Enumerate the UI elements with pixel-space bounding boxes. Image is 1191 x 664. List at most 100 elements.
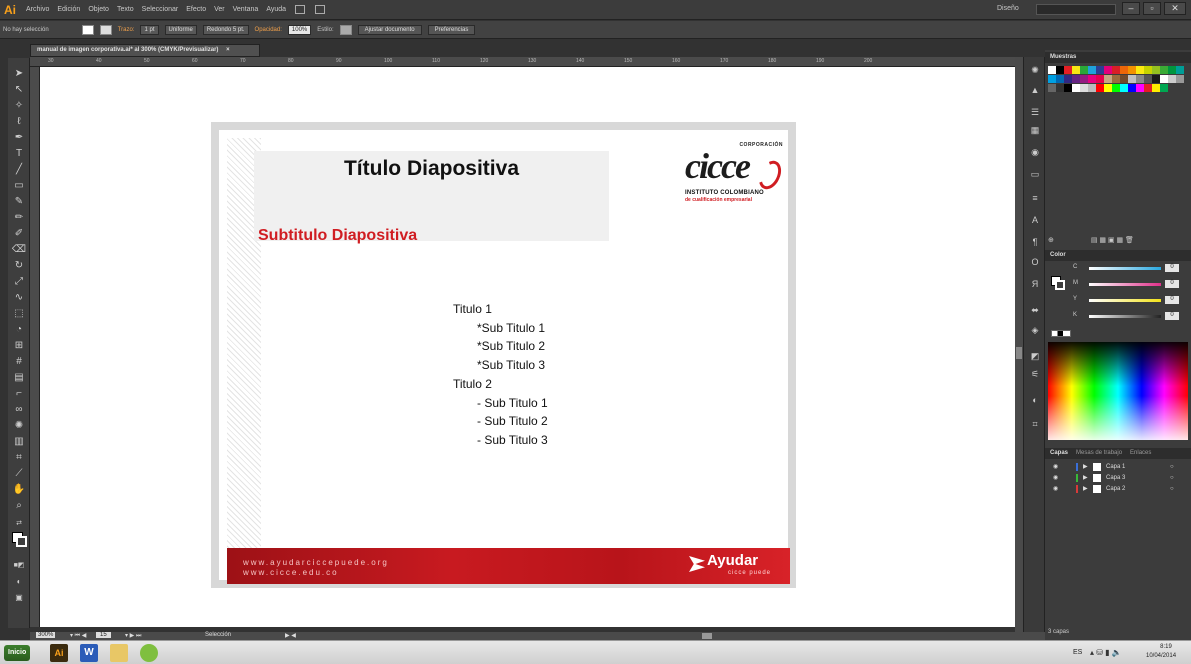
menu-ventana[interactable]: Ventana <box>233 6 259 13</box>
status-arrows[interactable]: ▶ ◀ <box>285 632 296 639</box>
color-mode-icon[interactable]: ■◩ <box>11 558 27 573</box>
blend-tool-icon[interactable]: ∞ <box>11 402 27 417</box>
tab-capas[interactable]: Capas <box>1050 448 1068 459</box>
swatch[interactable] <box>1128 66 1136 74</box>
swatch[interactable] <box>1072 84 1080 92</box>
artboard-tool-icon[interactable]: ⌗ <box>11 450 27 465</box>
layer-name[interactable]: Capa 3 <box>1106 473 1125 483</box>
mesh-tool-icon[interactable]: # <box>11 354 27 369</box>
arrange-documents-icon[interactable] <box>315 5 326 14</box>
cmyk-slider[interactable] <box>1089 283 1161 286</box>
swatch[interactable] <box>1144 84 1152 92</box>
target-icon[interactable]: ○ <box>1170 462 1174 472</box>
expand-icon[interactable]: ▶ <box>1083 484 1088 494</box>
body-subitem[interactable]: *Sub Titulo 2 <box>477 339 545 353</box>
glyphs-icon[interactable]: Я <box>1028 277 1042 291</box>
cmyk-slider[interactable] <box>1089 299 1161 302</box>
warp-tool-icon[interactable]: ∿ <box>11 290 27 305</box>
swatch[interactable] <box>1144 66 1152 74</box>
menu-texto[interactable]: Texto <box>117 6 134 13</box>
swatch[interactable] <box>1152 75 1160 83</box>
swatch[interactable] <box>1096 75 1104 83</box>
vertical-scroll-thumb[interactable] <box>1016 347 1022 359</box>
zoom-field[interactable]: 300% <box>36 632 56 638</box>
stroke-weight-field[interactable]: 1 pt <box>140 24 159 35</box>
swatch[interactable] <box>1120 84 1128 92</box>
swatch[interactable] <box>1064 75 1072 83</box>
perspective-grid-tool-icon[interactable]: ⊞ <box>11 338 27 353</box>
browser-taskbar-icon[interactable] <box>140 644 158 662</box>
eye-icon[interactable]: ◉ <box>1053 473 1058 483</box>
style-swatch[interactable] <box>339 24 352 35</box>
minimize-button[interactable]: – <box>1122 2 1140 15</box>
opentype-icon[interactable]: O <box>1028 255 1042 269</box>
none-black-white-icon[interactable] <box>1051 330 1071 337</box>
swatch[interactable] <box>1048 84 1056 92</box>
pathfinder-icon[interactable]: ◈ <box>1028 323 1042 337</box>
opacity-label[interactable]: Opacidad: <box>255 27 282 33</box>
swatch[interactable] <box>1176 66 1184 74</box>
swatch[interactable] <box>1176 75 1184 83</box>
body-subitem[interactable]: - Sub Titulo 3 <box>477 433 548 447</box>
swatch[interactable] <box>1064 84 1072 92</box>
body-subitem[interactable]: *Sub Titulo 3 <box>477 358 545 372</box>
swatch[interactable] <box>1152 84 1160 92</box>
transform-icon[interactable]: ⬌ <box>1028 303 1042 317</box>
swatch[interactable] <box>1056 75 1064 83</box>
slide-subtitle[interactable]: Subtitulo Diapositiva <box>258 227 417 245</box>
swatch[interactable] <box>1064 66 1072 74</box>
swatch[interactable] <box>1128 75 1136 83</box>
search-input[interactable] <box>1036 4 1116 15</box>
horizontal-scroll-thumb[interactable] <box>702 633 712 639</box>
word-taskbar-icon[interactable]: W <box>80 644 98 662</box>
swatch[interactable] <box>1136 75 1144 83</box>
layers-dock-icon[interactable]: ▭ <box>1028 167 1042 181</box>
stroke-label[interactable]: Trazo: <box>118 27 135 33</box>
swatch[interactable] <box>1080 75 1088 83</box>
preferences-button[interactable]: Preferencias <box>427 24 476 35</box>
vertical-ruler[interactable] <box>30 67 40 627</box>
layer-row[interactable]: ◉ ▶ Capa 1 ○ <box>1048 462 1188 472</box>
color-guide-icon[interactable]: ✺ <box>1028 63 1042 77</box>
swatch[interactable] <box>1096 84 1104 92</box>
swatch[interactable] <box>1152 66 1160 74</box>
menu-edicion[interactable]: Edición <box>57 6 80 13</box>
rotate-tool-icon[interactable]: ↻ <box>11 258 27 273</box>
opacity-field[interactable]: 100% <box>287 24 312 35</box>
drawing-mode-icon[interactable]: ◐ <box>11 574 27 589</box>
eraser-tool-icon[interactable]: ⌫ <box>11 242 27 257</box>
swatch[interactable] <box>1056 66 1064 74</box>
zoom-tool-icon[interactable]: ⌕ <box>11 498 27 513</box>
paragraph-icon[interactable]: ¶ <box>1028 235 1042 249</box>
character-icon[interactable]: A <box>1028 213 1042 227</box>
swatch[interactable] <box>1080 66 1088 74</box>
language-indicator[interactable]: ES <box>1073 649 1082 656</box>
appearance-icon[interactable]: ◉ <box>1028 145 1042 159</box>
swatch[interactable] <box>1104 84 1112 92</box>
swatch[interactable] <box>1136 84 1144 92</box>
symbols-icon[interactable]: ☰ <box>1028 105 1042 119</box>
body-subitem[interactable]: *Sub Titulo 1 <box>477 321 545 335</box>
body-heading[interactable]: Titulo 2 <box>453 377 492 391</box>
swatch[interactable] <box>1120 75 1128 83</box>
target-icon[interactable]: ○ <box>1170 473 1174 483</box>
slide-title[interactable]: Título Diapositiva <box>254 157 609 181</box>
swatch[interactable] <box>1096 66 1104 74</box>
hand-tool-icon[interactable]: ✋ <box>11 482 27 497</box>
swatch[interactable] <box>1128 84 1136 92</box>
magic-wand-tool-icon[interactable]: ✧ <box>11 98 27 113</box>
layer-name[interactable]: Capa 1 <box>1106 462 1125 472</box>
swatch[interactable] <box>1112 75 1120 83</box>
layer-name[interactable]: Capa 2 <box>1106 484 1125 494</box>
artboard[interactable]: Título Diapositiva Subtitulo Diapositiva… <box>211 122 796 588</box>
swatch[interactable] <box>1120 66 1128 74</box>
menu-objeto[interactable]: Objeto <box>88 6 109 13</box>
expand-icon[interactable]: ▶ <box>1083 462 1088 472</box>
adjust-document-button[interactable]: Ajustar documento <box>357 24 422 35</box>
rectangle-tool-icon[interactable]: ▭ <box>11 178 27 193</box>
workspace-switcher[interactable]: Diseño <box>997 5 1019 12</box>
swatch[interactable] <box>1168 66 1176 74</box>
column-graph-tool-icon[interactable]: ▥ <box>11 434 27 449</box>
swatch[interactable] <box>1072 66 1080 74</box>
artboard-nav-icons[interactable]: ▾ ⏮ ◀ <box>70 632 86 640</box>
